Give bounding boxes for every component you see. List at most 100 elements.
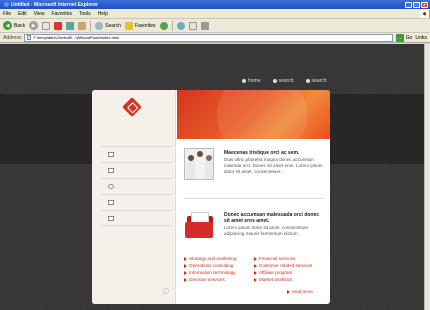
nav-home-link[interactable]: home xyxy=(242,78,261,84)
search-icon xyxy=(95,21,104,30)
side-menu-item[interactable] xyxy=(100,210,172,226)
forward-button[interactable]: ▶ xyxy=(29,21,39,30)
footer-icon xyxy=(163,288,169,294)
minimize-button[interactable]: _ xyxy=(405,1,412,8)
page-icon xyxy=(27,35,32,40)
service-link[interactable]: Market analytics xyxy=(254,276,324,283)
toolbar-separator xyxy=(171,20,173,31)
nav-search-link-2[interactable]: search xyxy=(305,78,327,84)
page-icon xyxy=(42,21,51,30)
person-figure xyxy=(196,151,204,179)
arrow-bullet-icon xyxy=(184,277,187,282)
circle-icon xyxy=(108,184,114,189)
side-menu-item[interactable] xyxy=(100,162,172,178)
home-icon[interactable] xyxy=(78,21,87,30)
nav-search-label: search xyxy=(278,78,294,84)
nav-search-link[interactable]: search xyxy=(272,78,294,84)
person-head xyxy=(197,151,203,157)
service-links: Strategy and marketing Operations consul… xyxy=(184,255,324,283)
feature-body: Lorem ipsum dolor sit amet, consectetuer… xyxy=(224,225,309,236)
menu-view[interactable]: View xyxy=(34,11,45,17)
link-column-left: Strategy and marketing Operations consul… xyxy=(184,255,254,283)
arrow-bullet-icon xyxy=(287,289,290,294)
nav-search-label-2: search xyxy=(311,78,327,84)
service-link-label: Financial services xyxy=(259,256,296,261)
arrow-bullet-icon xyxy=(254,256,257,261)
team-photo xyxy=(184,148,214,180)
arrow-bullet-icon xyxy=(184,270,187,275)
person-figure xyxy=(187,155,195,179)
link-column-right: Financial services Customer related serv… xyxy=(254,255,324,283)
back-button[interactable]: ◀ Back xyxy=(3,21,25,30)
service-link[interactable]: Operations consulting xyxy=(184,262,254,269)
go-label: Go xyxy=(405,34,413,41)
service-link[interactable]: Affiliate program xyxy=(254,269,324,276)
window-title: Untitled - Microsoft Internet Explorer xyxy=(11,1,98,8)
menu-edit[interactable]: Edit xyxy=(18,11,27,17)
site-logo[interactable] xyxy=(122,97,142,117)
service-link[interactable]: Strategy and marketing xyxy=(184,255,254,262)
close-button[interactable]: × xyxy=(421,1,428,8)
service-link[interactable]: Financial services xyxy=(254,255,324,262)
refresh-icon[interactable] xyxy=(66,21,75,30)
footer-text: · · · · · · · · · · · · · · · · · · · · xyxy=(100,288,136,292)
read-more-link[interactable]: read more xyxy=(287,289,313,294)
address-label: Address xyxy=(3,34,22,41)
menu-bar: File Edit View Favorites Tools Help ◆ xyxy=(0,9,430,19)
windows-logo-icon: ◆ xyxy=(420,9,430,18)
mail-icon[interactable] xyxy=(188,21,197,30)
feature-heading: Donec accumsan malesuada orci donec sit … xyxy=(224,212,320,224)
page-icon xyxy=(108,152,114,157)
arrow-bullet-icon xyxy=(254,277,257,282)
arrow-bullet-icon xyxy=(254,270,257,275)
service-link-label: Market analytics xyxy=(259,277,293,282)
menu-file[interactable]: File xyxy=(3,11,11,17)
service-link-label: Affiliate program xyxy=(259,270,293,275)
side-menu-item[interactable] xyxy=(100,194,172,210)
divider xyxy=(184,198,324,199)
search-icon xyxy=(305,79,310,83)
go-arrow-icon: → xyxy=(395,33,404,42)
search-button[interactable]: Search xyxy=(95,21,121,30)
title-bar: Untitled - Microsoft Internet Explorer _… xyxy=(0,0,430,9)
print-icon[interactable] xyxy=(200,21,209,30)
menu-tools[interactable]: Tools xyxy=(79,11,91,17)
service-link[interactable]: Customer related services xyxy=(254,262,324,269)
go-button[interactable]: → Go xyxy=(395,33,413,42)
feature-heading: Maecenas tristique orci ac sem. xyxy=(224,150,300,156)
media-icon[interactable] xyxy=(159,21,168,30)
favorites-label: Favorites xyxy=(134,22,156,29)
page-viewport: home search search · · · · · · · · · · ·… xyxy=(0,44,430,310)
feature-text: Maecenas tristique orci ac sem. Duis ult… xyxy=(224,150,324,175)
history-icon[interactable] xyxy=(176,21,185,30)
site-container: · · · · · · · · · · · · · · · · · · · · … xyxy=(92,90,330,304)
side-menu-item[interactable] xyxy=(100,178,172,194)
back-arrow-icon: ◀ xyxy=(3,21,12,30)
links-button[interactable]: Links xyxy=(415,35,427,41)
menu-help[interactable]: Help xyxy=(98,11,108,17)
maximize-button[interactable]: □ xyxy=(413,1,420,8)
scrollbar[interactable] xyxy=(424,44,430,310)
side-menu-item[interactable] xyxy=(100,146,172,162)
search-icon xyxy=(272,79,277,83)
service-link-label: Customer related services xyxy=(259,263,313,268)
address-input[interactable]: F:\templates\2\extra5\...\WithoutFlash\i… xyxy=(24,33,393,42)
site-top-nav: home search search xyxy=(242,78,327,84)
service-link-label: Decision services xyxy=(189,277,225,282)
favorites-button[interactable]: Favorites xyxy=(124,21,156,30)
document-icon xyxy=(108,200,114,205)
stop-icon[interactable] xyxy=(54,21,63,30)
note-icon xyxy=(108,168,114,173)
read-more-label: read more xyxy=(292,289,313,294)
person-head xyxy=(206,155,212,161)
toolbar-separator xyxy=(90,20,92,31)
service-link[interactable]: Decision services xyxy=(184,276,254,283)
feature-body: Duis ultric pharetra magna donec accumsa… xyxy=(224,157,323,174)
star-icon xyxy=(124,21,133,30)
person-head xyxy=(188,155,194,161)
service-link-label: Operations consulting xyxy=(189,263,234,268)
address-value: F:\templates\2\extra5\...\WithoutFlash\i… xyxy=(33,35,120,40)
service-link[interactable]: Information technology xyxy=(184,269,254,276)
feature-text: Donec accumsan malesuada orci donec sit … xyxy=(224,212,324,237)
menu-favorites[interactable]: Favorites xyxy=(51,11,72,17)
